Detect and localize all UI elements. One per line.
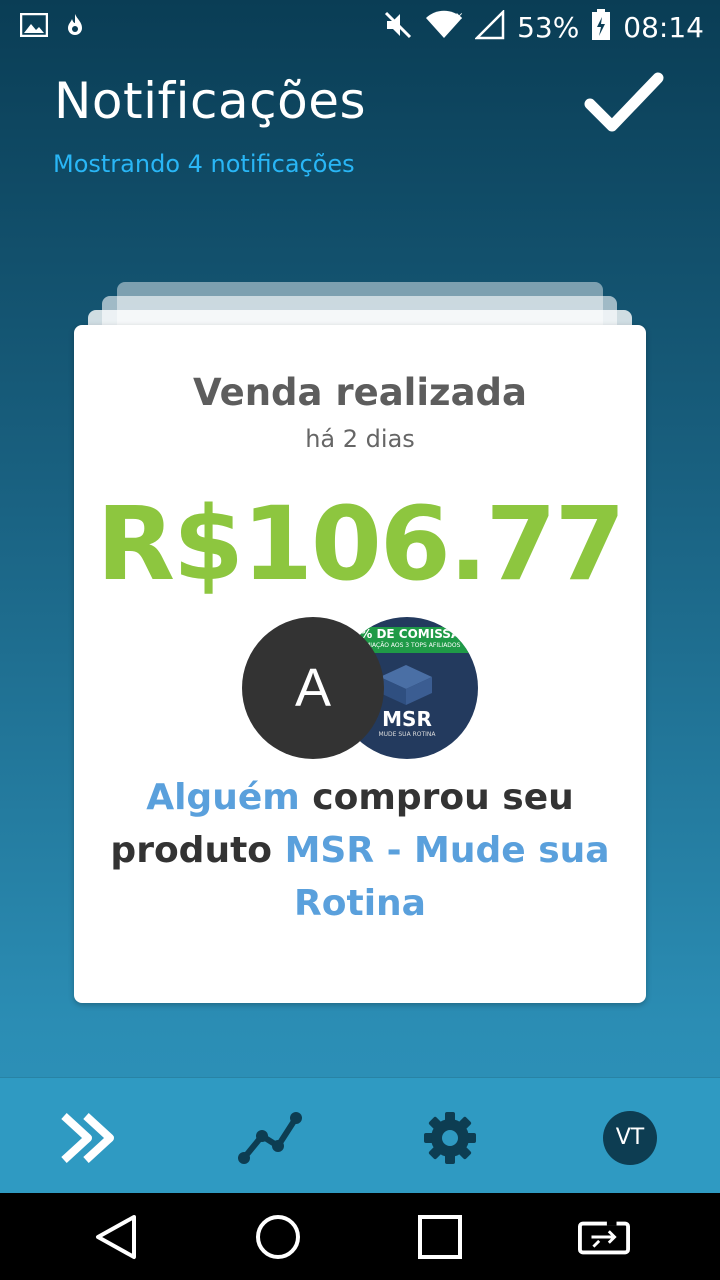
system-navigation-bar <box>0 1193 720 1280</box>
notification-time: há 2 dias <box>305 425 415 453</box>
nav-stats[interactable] <box>238 1106 302 1170</box>
profile-avatar: VT <box>603 1111 657 1165</box>
buyer-avatar: A <box>242 617 384 759</box>
notification-count: Mostrando 4 notificações <box>53 150 355 178</box>
system-rotate-button[interactable] <box>578 1211 630 1263</box>
gear-icon <box>424 1112 476 1164</box>
system-home-button[interactable] <box>252 1211 304 1263</box>
recents-icon <box>418 1215 462 1259</box>
cube-logo-icon <box>380 665 432 705</box>
notification-title: Venda realizada <box>192 371 527 414</box>
sale-amount: R$106.77 <box>96 485 625 604</box>
mute-icon <box>383 10 413 44</box>
signal-icon <box>474 8 505 44</box>
home-icon <box>256 1215 300 1259</box>
confirm-button[interactable] <box>584 70 664 134</box>
battery-percent: 53% <box>517 10 580 44</box>
avatar-group: 50% DE COMISSÃO PREMIAÇÃO AOS 3 TOPS AFI… <box>242 617 482 759</box>
page-header: Notificações <box>54 72 366 130</box>
nav-profile[interactable]: VT <box>598 1106 662 1170</box>
notification-message: Alguém comprou seu produto MSR - Mude su… <box>110 777 610 924</box>
back-icon <box>96 1215 136 1259</box>
notification-card[interactable]: Venda realizada há 2 dias R$106.77 50% D… <box>74 325 646 1003</box>
system-recents-button[interactable] <box>414 1211 466 1263</box>
rotate-icon <box>578 1217 630 1255</box>
clock: 08:14 <box>623 10 704 44</box>
nav-settings[interactable] <box>418 1106 482 1170</box>
page-title: Notificações <box>54 72 367 130</box>
gallery-icon <box>19 12 49 41</box>
chart-icon <box>238 1112 302 1164</box>
checkmark-icon <box>584 72 664 132</box>
svg-text:×: × <box>455 11 463 22</box>
nav-forward[interactable] <box>58 1106 122 1170</box>
battery-icon <box>591 9 611 45</box>
system-back-button[interactable] <box>90 1211 142 1263</box>
flame-icon <box>66 13 84 41</box>
status-bar: × 53% 08:14 <box>0 0 720 54</box>
bottom-navigation: VT <box>0 1077 720 1193</box>
forward-icon <box>61 1113 114 1163</box>
product-link[interactable]: MSR - Mude sua Rotina <box>285 830 610 924</box>
wifi-icon: × <box>425 10 463 44</box>
buyer-name: Alguém <box>146 777 300 818</box>
